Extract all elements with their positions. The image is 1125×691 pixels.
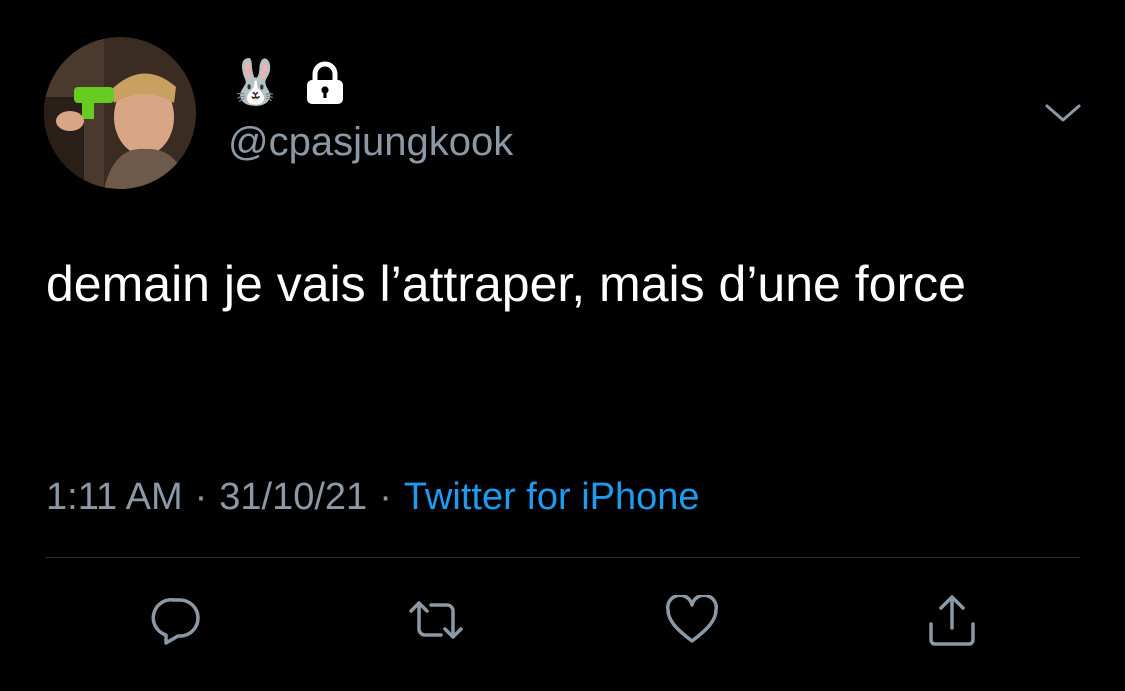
tweet-source-link[interactable]: Twitter for iPhone: [404, 476, 700, 518]
share-button[interactable]: [922, 592, 982, 652]
display-name-row: 🐰: [228, 54, 345, 112]
retweet-icon: [405, 595, 467, 650]
retweet-button[interactable]: [406, 592, 466, 652]
heart-icon: [664, 593, 720, 650]
action-bar: [0, 592, 1125, 652]
lock-icon: [305, 61, 345, 105]
meta-separator: ·: [379, 476, 392, 518]
tweet-time: 1:11 AM: [46, 476, 183, 518]
reply-icon: [148, 594, 204, 651]
avatar[interactable]: [44, 37, 196, 189]
tweet-text: demain je vais l’attraper, mais d’une fo…: [46, 256, 966, 312]
meta-separator: ·: [194, 476, 208, 518]
divider: [46, 557, 1080, 558]
reply-button[interactable]: [146, 592, 206, 652]
share-icon: [924, 592, 980, 653]
chevron-down-icon[interactable]: [1042, 98, 1084, 128]
tweet-date: 31/10/21: [219, 476, 368, 518]
rabbit-emoji: 🐰: [228, 57, 283, 108]
tweet-meta: 1:11 AM · 31/10/21 · Twitter for iPhone: [46, 473, 700, 521]
like-button[interactable]: [662, 592, 722, 652]
user-handle[interactable]: @cpasjungkook: [228, 118, 513, 166]
